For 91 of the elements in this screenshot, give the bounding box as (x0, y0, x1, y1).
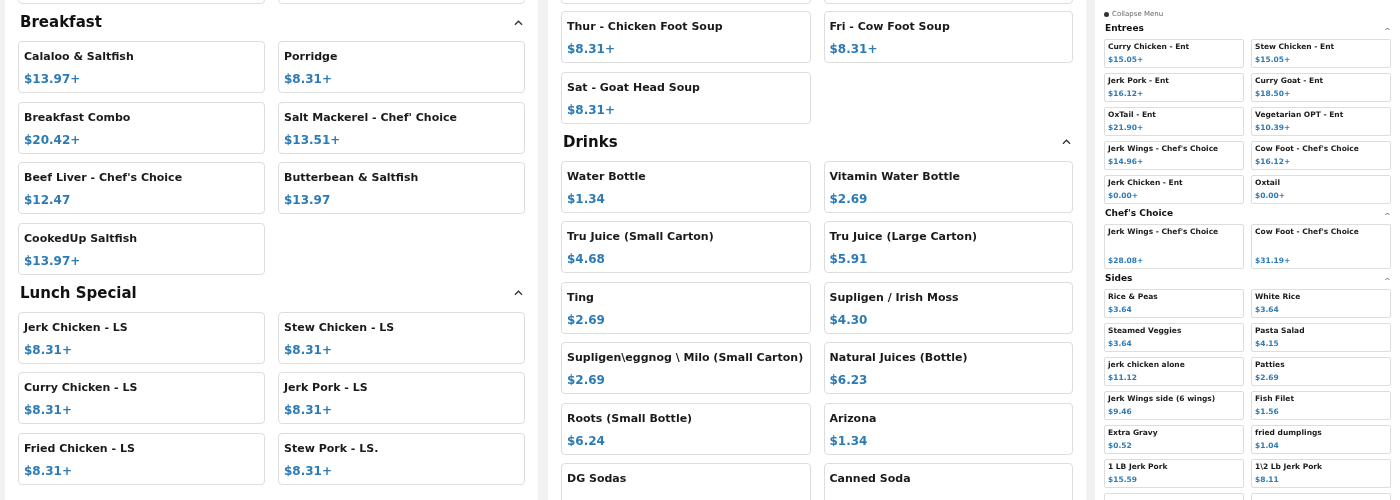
item-price: $8.31+ (829, 42, 879, 56)
item-name: Vitamin Water Bottle (829, 169, 961, 184)
section-heading: Sides (1105, 272, 1133, 286)
item-name: Ting (567, 290, 595, 305)
menu-card[interactable]: Water Bottle $1.34 (561, 160, 811, 213)
item-price: $1.34 (567, 191, 606, 206)
menu-card[interactable]: Curry Chicken - LS $8.31+ (18, 372, 265, 424)
menu-card[interactable]: Roots (Small Bottle) $6.24 (561, 402, 811, 455)
item-price: $4.30 (829, 312, 869, 327)
chevron-up-icon[interactable] (514, 19, 523, 26)
menu-card[interactable]: Breakfast Combo $20.42+ (18, 101, 265, 154)
item-price: $13.97 (284, 193, 332, 207)
item-name: Breakfast Combo (24, 110, 132, 125)
item-price: $13.51+ (284, 132, 342, 147)
item-name: Roots (Small Bottle) (567, 411, 694, 426)
item-name: Fri - Cow Foot Soup (829, 20, 951, 34)
menu-card[interactable]: Canned Soda (823, 463, 1073, 500)
section-heading: Entrees (1105, 22, 1144, 36)
item-name: DG Sodas (567, 472, 628, 486)
item-name: Calaloo & Saltfish (24, 50, 135, 64)
item-price: $8.31+ (24, 342, 73, 357)
menu-card[interactable]: Natural Juices (Bottle) $6.23 (823, 342, 1073, 394)
menu-card[interactable]: Stew Chicken - LS $8.31+ (278, 311, 525, 364)
section-heading: Breakfast (20, 12, 102, 34)
menu-card[interactable]: Porridge $8.31+ (278, 41, 525, 93)
menu-card[interactable]: Thur - Chicken Foot Soup $8.31+ (561, 11, 811, 63)
menu-card[interactable]: Fried Chicken - LS $8.31+ (18, 432, 265, 485)
menu-card[interactable]: CookedUp Saltfish $13.97+ (18, 222, 265, 275)
item-name: Jerk Pork - LS (284, 381, 369, 395)
chevron-up-icon[interactable] (514, 290, 523, 296)
item-name: Salt Mackerel - Chef' Choice (284, 110, 458, 125)
menu-card[interactable]: Ting $2.69 (561, 281, 811, 334)
section-heading: Drinks (563, 131, 618, 153)
item-name: Supligen / Irish Moss (829, 290, 960, 305)
item-name: Tru Juice (Large Carton) (829, 230, 979, 244)
item-price: $8.31+ (284, 403, 333, 417)
item-price: $6.23 (829, 373, 869, 387)
item-name: Beef Liver - Chef's Choice (24, 171, 184, 185)
item-name: Butterbean & Saltfish (284, 171, 420, 185)
menu-card[interactable]: Beef Liver - Chef's Choice $12.47 (18, 162, 265, 214)
item-price: $13.97+ (24, 72, 82, 86)
item-price: $13.97+ (24, 253, 82, 268)
item-price: $1.34 (829, 433, 869, 448)
item-name: Stew Chicken - LS (284, 320, 396, 335)
item-price: $8.31+ (284, 463, 333, 478)
item-name: Jerk Chicken - LS (24, 320, 129, 335)
item-name: Curry Chicken - LS (24, 381, 139, 395)
item-name: Porridge (284, 50, 339, 64)
item-name: Stew Pork - LS. (284, 441, 380, 456)
item-price: $6.24 (567, 433, 606, 448)
item-price: $8.31+ (284, 342, 333, 357)
menu-card[interactable]: Butterbean & Saltfish $13.97 (278, 162, 525, 214)
item-price: $2.69 (567, 373, 606, 387)
item-price: $8.31+ (567, 42, 616, 56)
item-name: Water Bottle (567, 169, 647, 184)
menu-card[interactable]: Tru Juice (Large Carton) $5.91 (823, 221, 1073, 273)
menu-card[interactable]: Sat - Goat Head Soup $8.31+ (561, 71, 811, 124)
item-price: $2.69 (829, 191, 869, 206)
section-heading: Chef's Choice (1105, 207, 1173, 221)
item-price: $5.91 (829, 252, 869, 266)
menu-card[interactable]: Calaloo & Saltfish $13.97+ (18, 41, 265, 93)
menu-card[interactable]: Tru Juice (Small Carton) $4.68 (561, 221, 811, 273)
item-price: $8.31+ (24, 463, 73, 478)
menu-card[interactable]: Arizona $1.34 (823, 402, 1073, 455)
item-price: $2.69 (567, 312, 606, 327)
item-name: Fried Chicken - LS (24, 441, 136, 456)
chevron-up-icon[interactable] (1062, 139, 1071, 145)
item-name: Canned Soda (829, 472, 912, 486)
item-price: $20.42+ (24, 132, 82, 147)
item-price: $4.68 (567, 252, 606, 266)
item-name: CookedUp Saltfish (24, 231, 139, 246)
item-price: $8.31+ (284, 72, 333, 86)
menu-card[interactable]: Supligen\eggnog \ Milo (Small Carton) $2.69 (561, 342, 811, 394)
menu-card[interactable]: Stew Pork - LS. $8.31+ (278, 432, 525, 485)
item-price: $8.31+ (567, 102, 616, 117)
menu-card[interactable]: Salt Mackerel - Chef' Choice $13.51+ (278, 101, 525, 154)
item-name: Thur - Chicken Foot Soup (567, 20, 724, 34)
menu-card[interactable]: Jerk Pork - LS $8.31+ (278, 372, 525, 424)
menu-card[interactable]: Jerk Chicken - LS $8.31+ (18, 311, 265, 364)
item-name: Tru Juice (Small Carton) (567, 230, 715, 244)
section-heading: Lunch Special (20, 282, 137, 304)
item-name: Natural Juices (Bottle) (829, 351, 969, 365)
item-price: $8.31+ (24, 403, 73, 417)
menu-card[interactable]: Fri - Cow Foot Soup $8.31+ (823, 11, 1073, 63)
menu-card[interactable]: Supligen / Irish Moss $4.30 (823, 281, 1073, 334)
menu-card[interactable]: DG Sodas (561, 463, 811, 500)
menu-card[interactable]: Vitamin Water Bottle $2.69 (823, 160, 1073, 213)
item-price: $12.47 (24, 193, 72, 207)
item-name: Supligen\eggnog \ Milo (Small Carton) (567, 351, 805, 365)
item-name: Sat - Goat Head Soup (567, 80, 701, 95)
item-name: Arizona (829, 411, 878, 426)
